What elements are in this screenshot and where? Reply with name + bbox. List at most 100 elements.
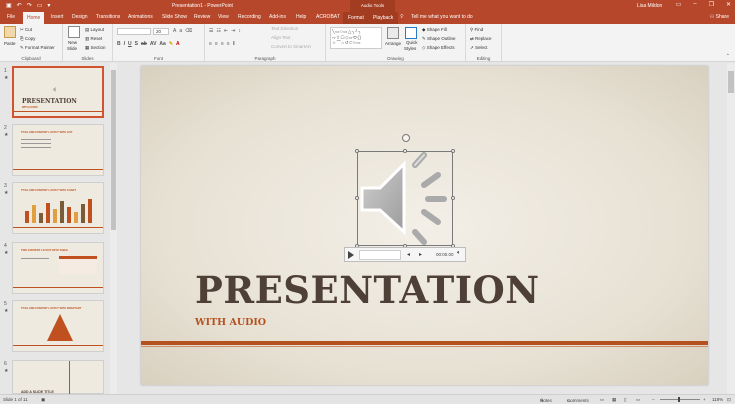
case-icon[interactable]: Aa bbox=[159, 41, 165, 47]
slide-scrollbar[interactable] bbox=[727, 63, 735, 394]
align-center-icon[interactable]: ≡ bbox=[215, 41, 218, 47]
slide-thumbnail[interactable]: ADD A SLIDE TITLE bbox=[12, 360, 104, 395]
align-right-icon[interactable]: ≡ bbox=[221, 41, 224, 47]
resize-handle[interactable] bbox=[355, 196, 359, 200]
tab-review[interactable]: Review bbox=[194, 14, 210, 20]
clear-format-icon[interactable]: ⌫ bbox=[185, 28, 192, 34]
tab-view[interactable]: View bbox=[218, 14, 229, 20]
tab-slide-show[interactable]: Slide Show bbox=[162, 14, 187, 20]
copy-button[interactable]: ⎘ Copy bbox=[20, 36, 35, 41]
new-slide-button[interactable]: New bbox=[68, 40, 77, 45]
cut-button[interactable]: ✂ Cut bbox=[20, 27, 32, 33]
increase-indent-icon[interactable]: ⇥ bbox=[231, 28, 235, 34]
layout-button[interactable]: ▤ Layout bbox=[85, 27, 104, 33]
shrink-font-icon[interactable]: a bbox=[179, 28, 182, 34]
restore-icon[interactable]: ❐ bbox=[709, 1, 714, 8]
section-button[interactable]: ▦ Section bbox=[85, 45, 106, 51]
quick-styles-button[interactable]: Quick bbox=[406, 40, 418, 45]
replace-button[interactable]: ⇄ Replace bbox=[470, 36, 492, 42]
redo-icon[interactable]: ↷ bbox=[27, 2, 32, 9]
align-text-button[interactable]: Align Text bbox=[271, 35, 290, 40]
tab-animations[interactable]: Animations bbox=[128, 14, 153, 20]
slide-sorter-icon[interactable]: ▦ bbox=[612, 397, 616, 403]
rotate-handle[interactable] bbox=[402, 134, 410, 142]
tab-help[interactable]: Help bbox=[296, 14, 306, 20]
text-direction-button[interactable]: Text Direction bbox=[271, 26, 298, 31]
tab-file[interactable]: File bbox=[7, 14, 15, 20]
tab-recording[interactable]: Recording bbox=[238, 14, 261, 20]
slide-title[interactable]: PRESENTATION bbox=[195, 268, 540, 312]
thumbnail-scrollbar[interactable] bbox=[110, 63, 117, 394]
zoom-in-icon[interactable]: + bbox=[703, 397, 706, 402]
volume-icon[interactable]: 🔈︎ bbox=[457, 250, 461, 257]
normal-view-icon[interactable]: ▭ bbox=[600, 397, 604, 403]
slideshow-view-icon[interactable]: ▭ bbox=[636, 397, 640, 403]
highlight-icon[interactable]: ✎ bbox=[169, 41, 173, 47]
font-name-select[interactable] bbox=[117, 28, 151, 35]
save-icon[interactable]: ▣ bbox=[6, 2, 12, 9]
share-button[interactable]: ⚇ Share bbox=[710, 14, 729, 20]
user-name[interactable]: Lisa Mildon bbox=[637, 3, 662, 9]
tab-home[interactable]: Home bbox=[23, 12, 45, 24]
strikethrough-icon[interactable]: ab bbox=[141, 41, 147, 47]
columns-icon[interactable]: ⫴ bbox=[233, 41, 235, 47]
grow-font-icon[interactable]: A bbox=[173, 28, 176, 34]
minimize-icon[interactable]: – bbox=[693, 1, 696, 8]
align-left-icon[interactable]: ≡ bbox=[209, 41, 212, 47]
reset-button[interactable]: ▥ Reset bbox=[85, 36, 102, 42]
audio-object-selection[interactable] bbox=[357, 151, 453, 246]
slide-thumbnail[interactable]: 🔈︎ PRESENTATION WITH AUDIO bbox=[12, 66, 104, 118]
spacing-icon[interactable]: AV bbox=[150, 41, 157, 47]
arrange-icon[interactable] bbox=[387, 27, 399, 39]
zoom-out-icon[interactable]: – bbox=[652, 397, 655, 402]
new-slide-icon[interactable] bbox=[68, 26, 80, 38]
tab-transitions[interactable]: Transitions bbox=[96, 14, 120, 20]
shape-fill-button[interactable]: ◆ Shape Fill bbox=[422, 27, 447, 33]
zoom-slider[interactable] bbox=[660, 399, 700, 400]
tab-format[interactable]: Format bbox=[343, 12, 369, 24]
skip-back-icon[interactable]: ◂ bbox=[407, 251, 410, 258]
slide-thumbnail[interactable]: TWO CONTENT LAYOUT WITH TABLE bbox=[12, 242, 104, 294]
slide-thumbnail[interactable]: TITLE AND CONTENT LAYOUT WITH SMARTART bbox=[12, 300, 104, 352]
font-size-select[interactable]: 20 bbox=[153, 28, 169, 35]
bold-icon[interactable]: B bbox=[117, 41, 121, 47]
tab-add-ins[interactable]: Add-ins bbox=[269, 14, 286, 20]
line-spacing-icon[interactable]: ↕ bbox=[238, 28, 241, 34]
select-button[interactable]: ➚ Select bbox=[470, 45, 488, 51]
speaker-icon[interactable] bbox=[358, 152, 452, 245]
reading-view-icon[interactable]: ▯ bbox=[624, 397, 626, 403]
tab-acrobat[interactable]: ACROBAT bbox=[316, 14, 340, 20]
fit-slide-icon[interactable]: ⊡ bbox=[727, 397, 731, 403]
quick-styles-icon[interactable] bbox=[405, 27, 417, 39]
shape-effects-button[interactable]: ◇ Shape Effects bbox=[422, 45, 455, 51]
shadow-icon[interactable]: S bbox=[135, 41, 138, 47]
tab-playback[interactable]: Playback bbox=[368, 12, 399, 24]
collapse-ribbon-icon[interactable]: ⌃ bbox=[726, 53, 730, 59]
resize-handle[interactable] bbox=[451, 196, 455, 200]
zoom-level[interactable]: 118% bbox=[712, 397, 723, 402]
decrease-indent-icon[interactable]: ⇤ bbox=[224, 28, 228, 34]
format-painter-button[interactable]: ✎ Format Painter bbox=[20, 45, 55, 51]
font-color-icon[interactable]: A bbox=[176, 41, 180, 47]
underline-icon[interactable]: U bbox=[128, 41, 132, 47]
convert-smartart-button[interactable]: Convert to SmartArt bbox=[271, 44, 311, 49]
resize-handle[interactable] bbox=[451, 149, 455, 153]
new-slide-button-line2[interactable]: Slide bbox=[67, 46, 77, 51]
resize-handle[interactable] bbox=[403, 149, 407, 153]
slide-scroll-thumb[interactable] bbox=[728, 71, 734, 93]
find-button[interactable]: ⚲ Find bbox=[470, 27, 483, 33]
numbering-icon[interactable]: ☷ bbox=[216, 28, 220, 34]
slide-thumbnail[interactable]: TITLE AND CONTENT LAYOUT WITH LIST bbox=[12, 124, 104, 176]
shape-outline-button[interactable]: ✎ Shape Outline bbox=[422, 36, 456, 42]
spellcheck-icon[interactable]: ▣ bbox=[41, 397, 45, 403]
resize-handle[interactable] bbox=[355, 149, 359, 153]
skip-forward-icon[interactable]: ▸ bbox=[419, 251, 422, 258]
bullets-icon[interactable]: ☰ bbox=[209, 28, 213, 34]
thumbnail-scroll-thumb[interactable] bbox=[111, 70, 116, 230]
shapes-gallery[interactable]: ╲▭○▭△╮╯┐ ⇨⇧☐◇▱⬭{} ☆⌒⌂↺⊂≈▭ bbox=[330, 27, 382, 49]
slide-subtitle[interactable]: WITH AUDIO bbox=[195, 317, 266, 328]
arrange-button[interactable]: Arrange bbox=[385, 41, 401, 46]
slide-canvas[interactable]: ◂ ▸ 00:00.00 🔈︎ PRESENTATION WITH AUDIO bbox=[141, 66, 708, 385]
close-icon[interactable]: ✕ bbox=[726, 1, 731, 8]
justify-icon[interactable]: ≡ bbox=[227, 41, 230, 47]
